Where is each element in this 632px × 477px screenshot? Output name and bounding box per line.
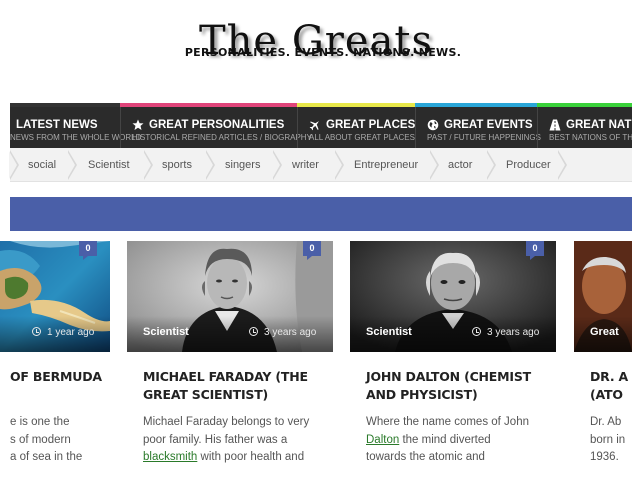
clock-icon bbox=[32, 327, 41, 336]
article-thumbnail[interactable]: Scientist 3 years ago bbox=[350, 241, 556, 352]
nav-item-latest-news[interactable]: LATEST NEWS NEWS FROM THE WHOLE WORLD bbox=[10, 103, 142, 148]
article-card-partial[interactable]: Great DR. A (ATO Dr. Ab born in 1936. bbox=[574, 241, 632, 477]
article-title[interactable]: of Bermuda bbox=[10, 368, 102, 386]
post-time-text: 3 years ago bbox=[487, 327, 540, 338]
excerpt-line-rest: the mind diverted bbox=[399, 433, 491, 446]
article-card-dalton[interactable]: Scientist 3 years ago 0 JOHN DALTON (CHE… bbox=[350, 241, 556, 477]
post-time-text: 3 years ago bbox=[264, 327, 317, 338]
nav-subtitle: ALL ABOUT GREAT PLACES bbox=[309, 133, 415, 142]
tag-writer[interactable]: writer bbox=[292, 148, 319, 182]
article-title-line: AND PHYSICIST) bbox=[366, 387, 478, 402]
post-time-text: 1 year ago bbox=[47, 327, 95, 338]
clock-icon bbox=[472, 327, 481, 336]
site-tagline: PERSONALITIES. EVENTS. NATIONS. NEWS. bbox=[184, 46, 462, 59]
tag-producer[interactable]: Producer bbox=[506, 148, 551, 182]
excerpt-line: a of sea in the bbox=[10, 451, 83, 463]
tag-separator bbox=[9, 150, 24, 180]
article-title-line: GREAT SCIENTIST) bbox=[143, 387, 269, 402]
nav-title: GREAT PLACES bbox=[326, 119, 416, 131]
article-title-line: MICHAEL FARADAY (THE bbox=[143, 369, 308, 384]
article-card-bermuda[interactable]: 1 year ago 0 of Bermuda e is one the s o… bbox=[0, 241, 110, 477]
featured-banner bbox=[10, 197, 632, 231]
excerpt-line: poor family. His father was a bbox=[143, 433, 288, 446]
nav-title: GREAT EVENTS bbox=[444, 119, 533, 131]
nav-title: LATEST NEWS bbox=[16, 119, 98, 131]
page: The Greats PERSONALITIES. EVENTS. NATION… bbox=[0, 0, 632, 477]
article-thumbnail[interactable]: 1 year ago bbox=[0, 241, 110, 352]
article-excerpt: Michael Faraday belongs to very poor fam… bbox=[143, 414, 309, 467]
article-card-faraday[interactable]: Scientist 3 years ago 0 MICHAEL FARADAY … bbox=[127, 241, 333, 477]
tag-separator bbox=[143, 150, 158, 180]
tag-scientist[interactable]: Scientist bbox=[88, 148, 130, 182]
post-time: 3 years ago bbox=[472, 327, 539, 338]
plane-icon bbox=[309, 119, 321, 131]
comment-count-badge[interactable]: 0 bbox=[303, 241, 321, 260]
category-label[interactable]: Scientist bbox=[143, 326, 189, 338]
post-time: 3 years ago bbox=[249, 327, 316, 338]
tag-actor[interactable]: actor bbox=[448, 148, 472, 182]
nav-subtitle: HISTORICAL REFINED ARTICLES / BIOGRAPHY bbox=[132, 133, 312, 142]
tag-social[interactable]: social bbox=[28, 148, 56, 182]
excerpt-line: blacksmith with poor health and bbox=[143, 449, 309, 467]
article-title-line: of Bermuda bbox=[10, 369, 102, 384]
nav-item-great-events[interactable]: GREAT EVENTS PAST / FUTURE HAPPENINGS bbox=[415, 103, 541, 148]
excerpt-line: Dr. Ab bbox=[590, 416, 622, 428]
category-label[interactable]: Great bbox=[590, 326, 619, 338]
nav-item-great-places[interactable]: GREAT PLACES ALL ABOUT GREAT PLACES bbox=[297, 103, 415, 148]
article-excerpt: e is one the s of modern a of sea in the bbox=[10, 414, 82, 467]
clock-icon bbox=[249, 327, 258, 336]
article-title-line: JOHN DALTON (CHEMIST bbox=[366, 369, 531, 384]
tag-separator bbox=[67, 150, 82, 180]
tag-sports[interactable]: sports bbox=[162, 148, 192, 182]
article-title-line: (ATO bbox=[590, 387, 623, 402]
nav-subtitle: BEST NATIONS OF TH bbox=[549, 133, 632, 142]
excerpt-line: Where the name comes of John bbox=[366, 416, 529, 428]
excerpt-line-rest: with poor health and bbox=[197, 451, 305, 463]
nav-item-great-personalities[interactable]: GREAT PERSONALITIES HISTORICAL REFINED A… bbox=[120, 103, 312, 148]
nav-title: GREAT NAT bbox=[566, 119, 632, 131]
tag-separator bbox=[486, 150, 501, 180]
nav-subtitle: PAST / FUTURE HAPPENINGS bbox=[427, 133, 541, 142]
excerpt-line: Michael Faraday belongs to very bbox=[143, 416, 310, 428]
article-excerpt: Dr. Ab born in 1936. bbox=[590, 414, 625, 467]
article-title[interactable]: JOHN DALTON (CHEMIST AND PHYSICIST) bbox=[366, 368, 531, 404]
excerpt-line: 1936. bbox=[590, 451, 619, 463]
article-thumbnail[interactable]: Great bbox=[574, 241, 632, 352]
tag-separator bbox=[272, 150, 287, 180]
tag-entrepreneur[interactable]: Entrepreneur bbox=[354, 148, 418, 182]
excerpt-line: Dalton the mind diverted bbox=[366, 432, 529, 450]
category-label[interactable]: Scientist bbox=[366, 326, 412, 338]
article-title-line: DR. A bbox=[590, 369, 629, 384]
main-nav: LATEST NEWS NEWS FROM THE WHOLE WORLD GR… bbox=[10, 103, 632, 148]
nav-title: GREAT PERSONALITIES bbox=[149, 119, 285, 131]
tag-separator bbox=[334, 150, 349, 180]
star-icon bbox=[132, 119, 144, 131]
post-time: 1 year ago bbox=[32, 327, 94, 338]
tag-bar: social Scientist sports singers writer E… bbox=[9, 148, 632, 182]
comment-count-badge[interactable]: 0 bbox=[79, 241, 97, 260]
excerpt-line: e is one the bbox=[10, 416, 70, 428]
excerpt-line: s of modern bbox=[10, 433, 71, 446]
nav-subtitle: NEWS FROM THE WHOLE WORLD bbox=[10, 133, 142, 142]
tag-singers[interactable]: singers bbox=[225, 148, 260, 182]
article-excerpt: Where the name comes of John Dalton the … bbox=[366, 414, 529, 467]
article-thumbnail[interactable]: Scientist 3 years ago bbox=[127, 241, 333, 352]
tag-separator bbox=[557, 150, 572, 180]
article-title[interactable]: MICHAEL FARADAY (THE GREAT SCIENTIST) bbox=[143, 368, 308, 404]
tag-separator bbox=[205, 150, 220, 180]
road-icon bbox=[549, 119, 561, 131]
blacksmith-link[interactable]: blacksmith bbox=[143, 451, 197, 463]
article-title[interactable]: DR. A (ATO bbox=[590, 368, 628, 404]
tag-separator bbox=[429, 150, 444, 180]
nav-item-great-nations[interactable]: GREAT NAT BEST NATIONS OF TH bbox=[537, 103, 632, 148]
dalton-link[interactable]: Dalton bbox=[366, 434, 399, 446]
comment-count-badge[interactable]: 0 bbox=[526, 241, 544, 260]
excerpt-line: born in bbox=[590, 433, 626, 446]
globe-icon bbox=[427, 119, 439, 131]
excerpt-line: towards the atomic and bbox=[366, 451, 485, 463]
